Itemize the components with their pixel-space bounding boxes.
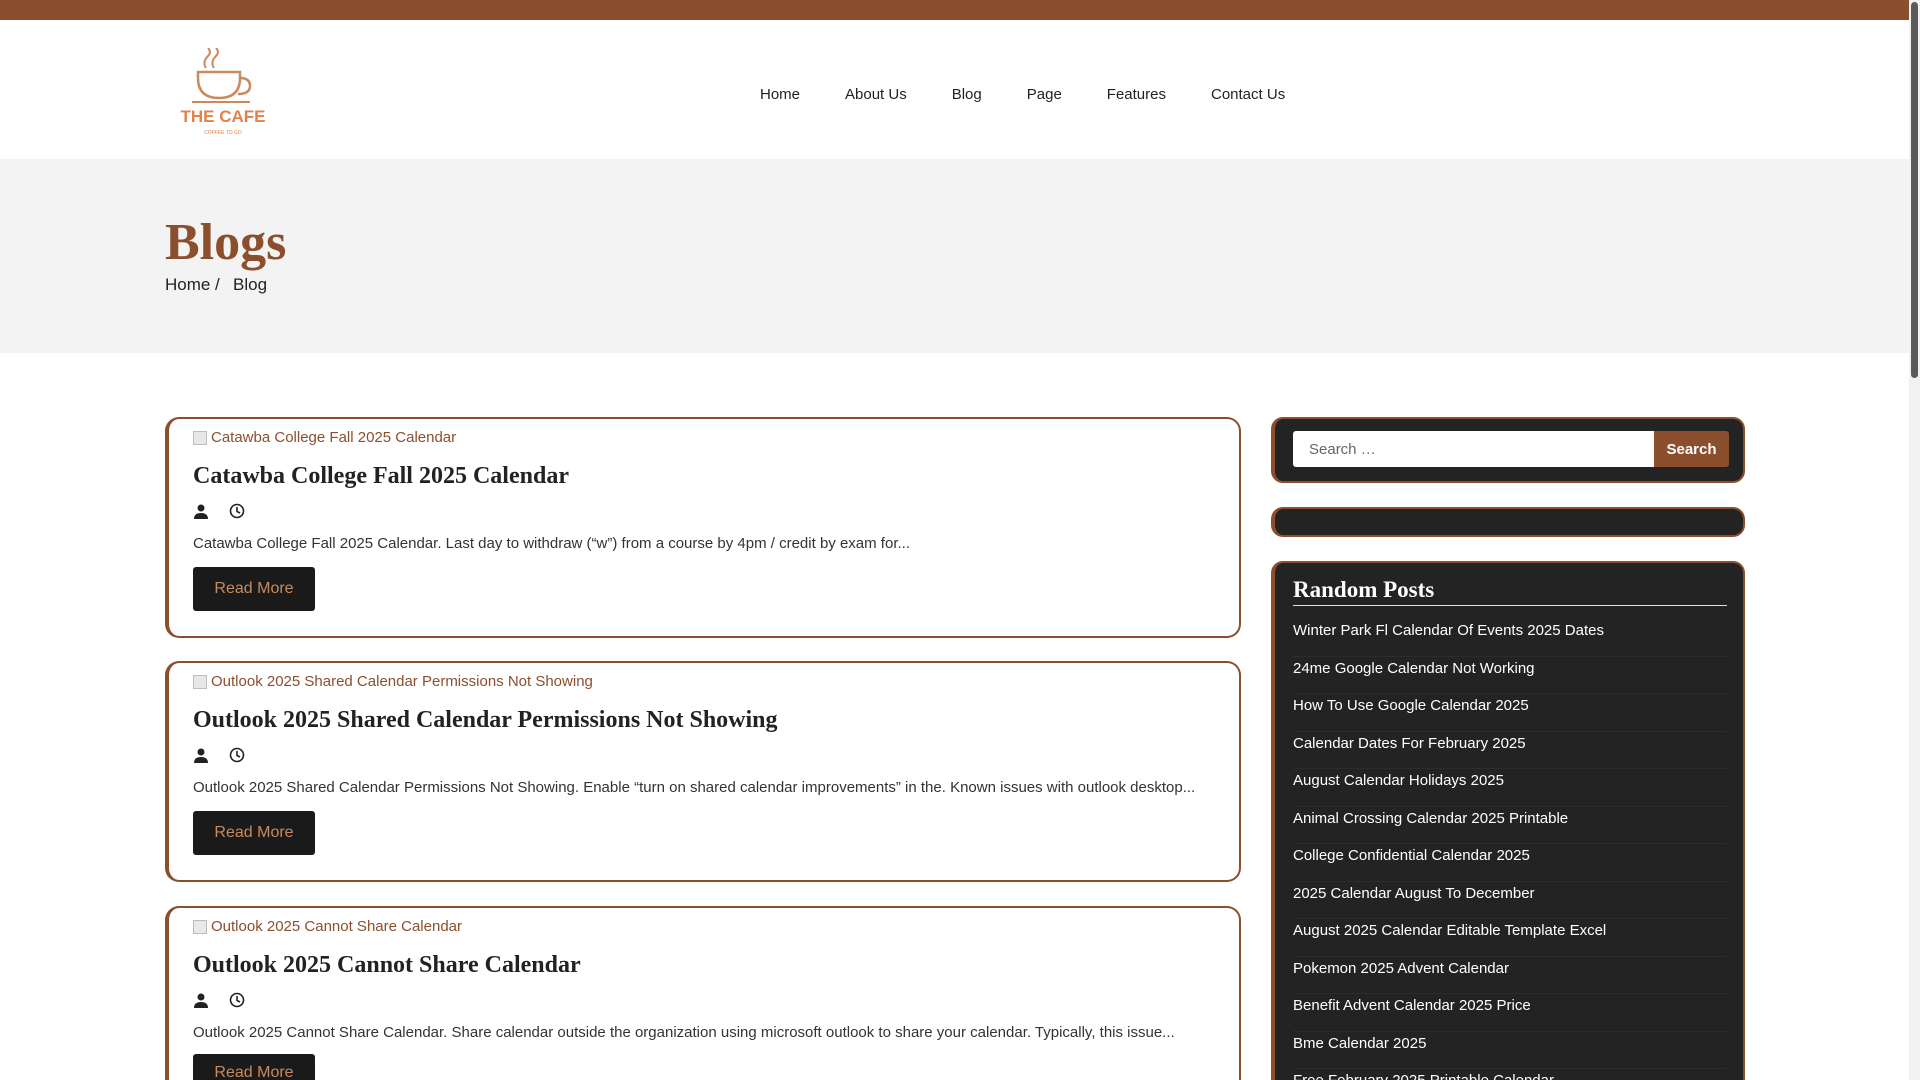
post-image[interactable]: Outlook 2025 Shared Calendar Permissions… xyxy=(193,673,593,690)
nav-features[interactable]: Features xyxy=(1107,86,1166,103)
logo-brand-text: THE CAFE xyxy=(181,107,266,126)
post-card: Catawba College Fall 2025 Calendar Cataw… xyxy=(165,417,1241,638)
breadcrumb-current: Blog xyxy=(233,275,268,294)
user-icon[interactable] xyxy=(193,992,209,1008)
random-post-link[interactable]: August 2025 Calendar Editable Template E… xyxy=(1293,919,1727,957)
main-nav: Home About Us Blog Page Features Contact… xyxy=(760,86,1330,103)
post-title[interactable]: Outlook 2025 Cannot Share Calendar xyxy=(193,952,581,979)
random-post-link[interactable]: Animal Crossing Calendar 2025 Printable xyxy=(1293,807,1727,844)
post-image-alt: Outlook 2025 Shared Calendar Permissions… xyxy=(211,673,593,690)
read-more-button[interactable]: Read More xyxy=(193,567,315,611)
user-icon[interactable] xyxy=(193,747,209,763)
post-card: Outlook 2025 Cannot Share Calendar Outlo… xyxy=(165,906,1241,1080)
post-excerpt: Catawba College Fall 2025 Calendar. Last… xyxy=(193,535,910,552)
read-more-button[interactable]: Read More xyxy=(193,811,315,855)
nav-home[interactable]: Home xyxy=(760,86,800,103)
search-input[interactable]: Search … xyxy=(1293,431,1654,467)
post-meta xyxy=(193,992,245,1008)
site-header: THE CAFE COFFEE TO GO Home About Us Blog… xyxy=(0,20,1909,159)
random-post-link[interactable]: Pokemon 2025 Advent Calendar xyxy=(1293,957,1727,994)
user-icon[interactable] xyxy=(193,503,209,519)
random-post-link[interactable]: Winter Park Fl Calendar Of Events 2025 D… xyxy=(1293,619,1727,657)
logo-tagline-text: COFFEE TO GO xyxy=(204,130,242,136)
empty-widget xyxy=(1271,507,1745,537)
post-meta xyxy=(193,747,245,763)
clock-icon[interactable] xyxy=(229,503,245,519)
post-image[interactable]: Outlook 2025 Cannot Share Calendar xyxy=(193,918,462,935)
random-post-link[interactable]: 24me Google Calendar Not Working xyxy=(1293,657,1727,694)
nav-page[interactable]: Page xyxy=(1027,86,1062,103)
clock-icon[interactable] xyxy=(229,747,245,763)
page-scrollbar[interactable] xyxy=(1909,0,1920,1080)
top-accent-bar xyxy=(0,0,1909,20)
breadcrumb-separator: / xyxy=(215,275,220,294)
random-post-link[interactable]: Benefit Advent Calendar 2025 Price xyxy=(1293,994,1727,1032)
random-posts-divider xyxy=(1293,605,1727,606)
random-post-link[interactable]: Free February 2025 Printable Calendar xyxy=(1293,1069,1727,1080)
scrollbar-thumb[interactable] xyxy=(1911,2,1918,378)
broken-image-icon xyxy=(193,674,207,689)
page-title: Blogs xyxy=(165,214,287,271)
nav-blog[interactable]: Blog xyxy=(952,86,982,103)
post-image-alt: Catawba College Fall 2025 Calendar xyxy=(211,429,457,446)
cafe-logo[interactable]: THE CAFE COFFEE TO GO xyxy=(176,48,270,142)
broken-image-icon xyxy=(193,430,207,445)
post-title[interactable]: Outlook 2025 Shared Calendar Permissions… xyxy=(193,707,778,734)
post-image[interactable]: Catawba College Fall 2025 Calendar xyxy=(193,429,456,446)
nav-contact-us[interactable]: Contact Us xyxy=(1211,86,1285,103)
random-posts-title: Random Posts xyxy=(1293,577,1435,602)
random-post-link[interactable]: Calendar Dates For February 2025 xyxy=(1293,732,1727,769)
random-post-link[interactable]: College Confidential Calendar 2025 xyxy=(1293,844,1727,882)
post-card: Outlook 2025 Shared Calendar Permissions… xyxy=(165,661,1241,882)
search-widget: Search … Search xyxy=(1271,417,1745,483)
random-post-link[interactable]: Bme Calendar 2025 xyxy=(1293,1032,1727,1069)
nav-about-us[interactable]: About Us xyxy=(845,86,907,103)
post-image-alt: Outlook 2025 Cannot Share Calendar xyxy=(211,918,463,935)
post-title[interactable]: Catawba College Fall 2025 Calendar xyxy=(193,463,569,490)
breadcrumb-home[interactable]: Home xyxy=(165,275,210,295)
random-post-link[interactable]: How To Use Google Calendar 2025 xyxy=(1293,694,1727,732)
random-post-link[interactable]: 2025 Calendar August To December xyxy=(1293,882,1727,919)
post-excerpt: Outlook 2025 Cannot Share Calendar. Shar… xyxy=(193,1024,1175,1041)
random-posts-widget: Random Posts Winter Park Fl Calendar Of … xyxy=(1271,561,1745,1080)
random-post-link[interactable]: August Calendar Holidays 2025 xyxy=(1293,769,1727,807)
read-more-button[interactable]: Read More xyxy=(193,1054,315,1080)
search-button[interactable]: Search xyxy=(1654,431,1729,467)
page-banner: Blogs Home / Blog xyxy=(0,159,1909,353)
broken-image-icon xyxy=(193,919,207,934)
random-posts-list: Winter Park Fl Calendar Of Events 2025 D… xyxy=(1293,619,1727,1080)
post-meta xyxy=(193,503,245,519)
post-excerpt: Outlook 2025 Shared Calendar Permissions… xyxy=(193,779,1196,796)
clock-icon[interactable] xyxy=(229,992,245,1008)
